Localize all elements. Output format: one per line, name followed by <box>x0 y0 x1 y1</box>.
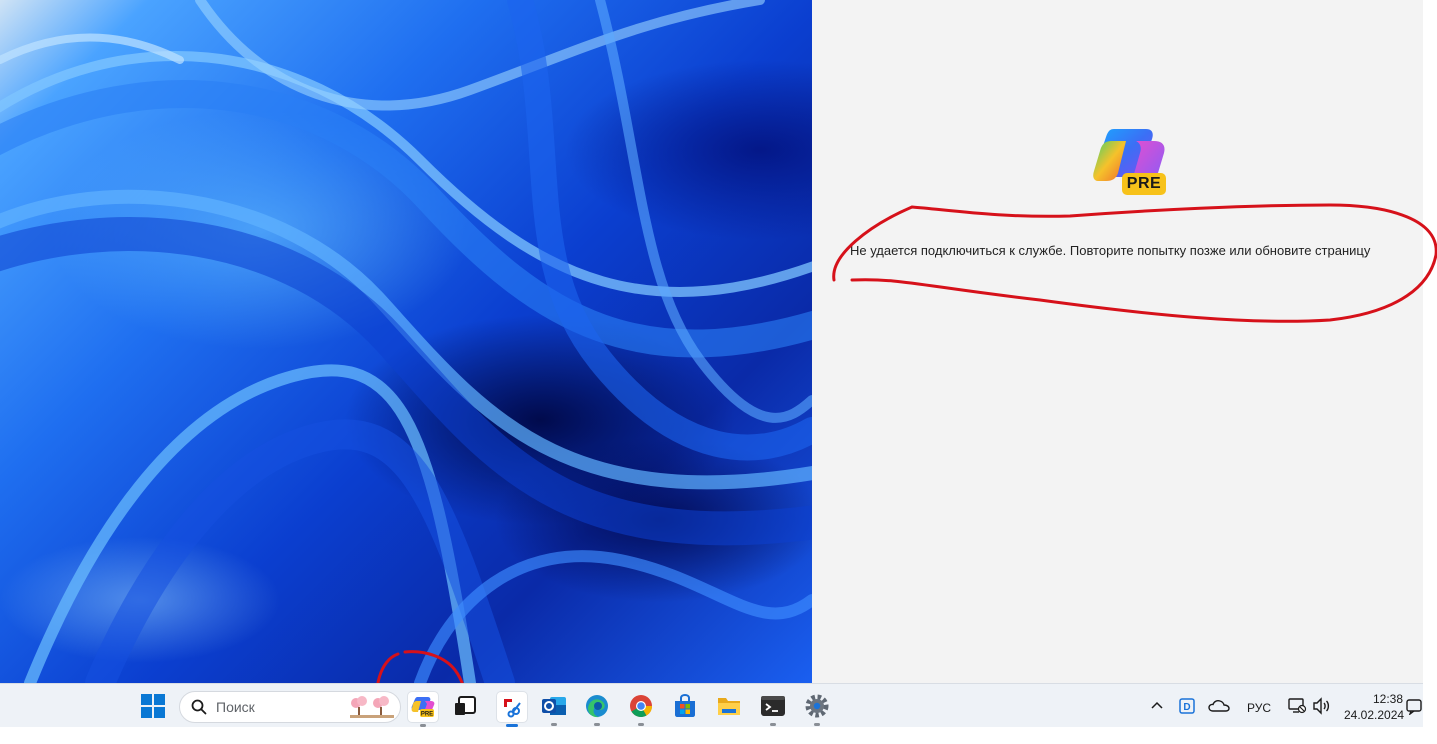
screen-edge <box>1423 0 1437 683</box>
onedrive-cloud-icon[interactable] <box>1204 691 1234 721</box>
svg-text:PRE: PRE <box>421 712 433 718</box>
search-highlight-flowers-icon <box>350 696 394 718</box>
input-language-indicator[interactable]: РУС <box>1247 701 1271 715</box>
clock-time[interactable]: 12:38 <box>1373 692 1403 706</box>
wallpaper-bloom-art <box>0 0 812 683</box>
task-view-icon[interactable] <box>450 691 480 721</box>
taskbar: Поиск PRE D РУС 12:38 24.02.2024 <box>0 683 1423 728</box>
search-icon <box>191 699 207 715</box>
screen-bottom-edge <box>0 727 1437 744</box>
taskbar-search-box[interactable]: Поиск <box>179 691 401 723</box>
chevron-up-icon[interactable] <box>1142 691 1172 721</box>
desktop-wallpaper <box>0 0 812 683</box>
snipping-tool-icon[interactable] <box>496 691 528 727</box>
clock-date[interactable]: 24.02.2024 <box>1344 708 1404 722</box>
terminal-icon[interactable] <box>758 691 788 726</box>
store-icon[interactable] <box>670 691 700 721</box>
svg-text:D: D <box>1183 702 1190 713</box>
folder-icon[interactable] <box>714 691 744 721</box>
notification-icon[interactable] <box>1405 691 1423 721</box>
preview-badge: PRE <box>1122 173 1166 195</box>
gear-icon[interactable] <box>802 691 832 726</box>
outlook-icon[interactable] <box>539 691 569 726</box>
connection-error-message: Не удается подключиться к службе. Повтор… <box>850 243 1371 258</box>
volume-icon[interactable] <box>1306 691 1336 721</box>
copilot-pre-icon[interactable]: PRE <box>407 691 439 727</box>
chrome-icon[interactable] <box>626 691 656 726</box>
copilot-logo: PRE <box>1092 125 1168 197</box>
search-placeholder: Поиск <box>216 699 255 715</box>
copilot-panel: PRE Не удается подключиться к службе. По… <box>812 0 1423 683</box>
edge-icon[interactable] <box>582 691 612 726</box>
dlink-app-icon[interactable]: D <box>1172 691 1202 721</box>
windows-start-icon[interactable] <box>138 691 168 721</box>
